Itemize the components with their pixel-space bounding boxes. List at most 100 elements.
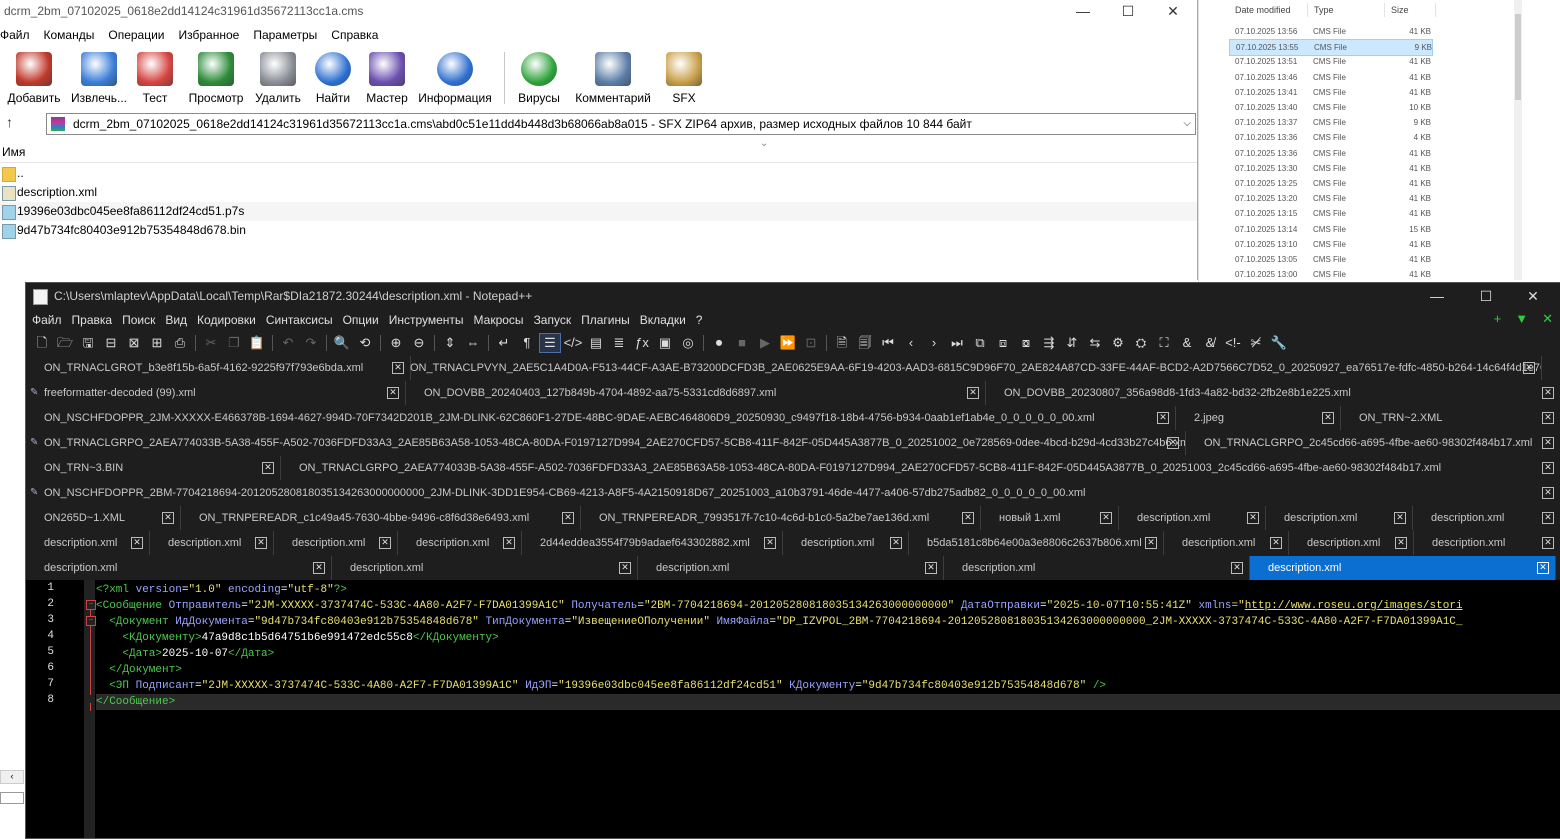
editor-tab[interactable]: ON_TRNACLGROT_b3e8f15b-6a5f-4162-9225f97… (26, 356, 411, 380)
tab-close-icon[interactable]: ✕ (1157, 412, 1169, 424)
explorer-file-row[interactable]: 07.10.2025 13:36 CMS File 4 KB (1229, 130, 1431, 145)
toolbar-button-3[interactable]: Просмотр (180, 48, 252, 108)
editor-tab[interactable]: ✎ ON_TRNACLGRPO_2AEA774033B-5A38-455F-A50… (26, 431, 1186, 455)
print-icon[interactable]: ⎙ (170, 334, 190, 352)
play-macro-icon[interactable]: ▶ (755, 334, 775, 352)
column-type[interactable]: Type (1308, 3, 1385, 17)
menu-item-4[interactable]: Параметры (253, 26, 331, 44)
explorer-file-row[interactable]: 07.10.2025 13:14 CMS File 15 KB (1229, 222, 1431, 237)
minimize-button[interactable]: — (1060, 0, 1106, 22)
tab-close-icon[interactable]: ✕ (1270, 537, 1282, 549)
column-size[interactable]: Size (1385, 3, 1436, 17)
plugin-doc2-icon[interactable]: 🗐 (855, 334, 875, 352)
editor-tab[interactable]: 2d44eddea3554f79b9adaef643302882.xml ✕ (522, 531, 783, 555)
next-icon[interactable]: › (924, 334, 944, 352)
tab-close-icon[interactable]: ✕ (379, 537, 391, 549)
zoom-in-icon[interactable]: ⊕ (386, 334, 406, 352)
npp-menu-item-11[interactable]: Вкладки (640, 311, 696, 329)
tab-close-icon[interactable]: ✕ (1247, 512, 1259, 524)
npp-maximize-button[interactable]: ☐ (1463, 285, 1509, 307)
editor-tab[interactable]: ON_TRNACLGRPO_2c45cd66-a695-4fbe-ae60-98… (1186, 431, 1560, 455)
editor-tab[interactable]: 2.jpeg ✕ (1176, 406, 1341, 430)
menu-item-3[interactable]: Избранное (179, 26, 254, 44)
menu-item-5[interactable]: Справка (331, 26, 392, 44)
file-list-item[interactable]: .. (0, 164, 1197, 183)
close-doc-icon[interactable]: ✕ (1542, 311, 1553, 327)
chevron-down-icon[interactable]: ⌵ (1183, 114, 1191, 134)
plugin-e-icon[interactable]: ⇵ (1062, 334, 1082, 352)
code-editor[interactable]: 1 2 3 4 5 6 7 8 − − <?xml version="1.0" encodin… (26, 580, 1560, 838)
tab-close-icon[interactable]: ✕ (1394, 512, 1406, 524)
editor-tab[interactable]: description.xml ✕ (398, 531, 522, 555)
toolbar-button-10[interactable]: SFX (659, 48, 709, 108)
file-list-item[interactable]: 9d47b734fc80403e912b75354848d678.bin (0, 221, 1197, 240)
editor-tab[interactable]: ON_TRNACLGRPO_2AEA774033B-5A38-455F-A502… (281, 456, 1560, 480)
function-list-icon[interactable]: ƒx (632, 334, 652, 352)
tab-close-icon[interactable]: ✕ (1231, 562, 1243, 574)
explorer-file-row[interactable]: 07.10.2025 13:40 CMS File 10 KB (1229, 100, 1431, 115)
paste-icon[interactable]: 📋 (247, 334, 267, 352)
explorer-file-row[interactable]: 07.10.2025 13:00 CMS File 41 KB (1229, 267, 1431, 282)
uncomment-icon[interactable]: ✂̸ (1246, 334, 1266, 352)
editor-tab[interactable]: ON_TRN~3.BIN ✕ (26, 456, 281, 480)
editor-tab[interactable]: description.xml ✕ (783, 531, 909, 555)
toolbar-button-0[interactable]: Добавить (0, 48, 68, 108)
close-button[interactable]: ✕ (1150, 0, 1196, 22)
editor-tab[interactable]: description.xml ✕ (1289, 531, 1414, 555)
editor-tab[interactable]: ON_TRNPEREADR_7993517f-7c10-4c6d-b1c0-5a… (581, 506, 981, 530)
tab-close-icon[interactable]: ✕ (1537, 562, 1549, 574)
tab-close-icon[interactable]: ✕ (1542, 412, 1554, 424)
tab-close-icon[interactable]: ✕ (1145, 537, 1157, 549)
toolbar-button-9[interactable]: Комментарий (567, 48, 659, 108)
tab-close-icon[interactable]: ✕ (1542, 437, 1554, 449)
new-tab-plus-icon[interactable]: + (1494, 311, 1502, 327)
column-name[interactable]: Имя (2, 142, 25, 162)
show-all-chars-icon[interactable]: ¶ (517, 334, 537, 352)
toolbar-button-4[interactable]: Удалить (252, 48, 304, 108)
cut-icon[interactable]: ✂ (201, 334, 221, 352)
tab-close-icon[interactable]: ✕ (1322, 412, 1334, 424)
editor-tab[interactable]: ON_NSCHFDOPPR_2JM-XXXXX-E466378B-1694-46… (26, 406, 1176, 430)
stop-macro-icon[interactable]: ■ (732, 334, 752, 352)
record-macro-icon[interactable]: ⏺ (709, 334, 729, 352)
file-list-item[interactable]: 19396e03dbc045ee8fa86112df24cd51.p7s (0, 202, 1197, 221)
npp-menu-item-1[interactable]: Правка (72, 311, 123, 329)
explorer-file-row[interactable]: 07.10.2025 13:30 CMS File 41 KB (1229, 161, 1431, 176)
tab-close-icon[interactable]: ✕ (925, 562, 937, 574)
explorer-file-row[interactable]: 07.10.2025 13:37 CMS File 9 KB (1229, 115, 1431, 130)
plugin-doc-icon[interactable]: 🗎 (832, 334, 852, 352)
explorer-file-row[interactable]: 07.10.2025 13:36 CMS File 41 KB (1229, 146, 1431, 161)
toolbar-button-1[interactable]: Извлечь... (68, 48, 130, 108)
word-wrap-icon[interactable]: ↵ (494, 334, 514, 352)
copy-icon[interactable]: ❐ (224, 334, 244, 352)
doc-list-icon[interactable]: ≣ (609, 334, 629, 352)
editor-tab[interactable]: ON_TRNACLPVYN_2AE5C1A4D0A-F513-44CF-A3AE… (392, 356, 1542, 380)
editor-tab[interactable]: ON_TRN~2.XML ✕ (1341, 406, 1560, 430)
npp-menu-item-7[interactable]: Инструменты (389, 311, 474, 329)
undo-icon[interactable]: ↶ (278, 334, 298, 352)
run-macro-multiple-icon[interactable]: ⏩ (778, 334, 798, 352)
toolbar-button-8[interactable]: Вирусы (511, 48, 567, 108)
explorer-file-row[interactable]: 07.10.2025 13:56 CMS File 41 KB (1229, 24, 1431, 39)
npp-menu-item-5[interactable]: Синтаксисы (266, 311, 343, 329)
tab-close-icon[interactable]: ✕ (131, 537, 143, 549)
npp-menu-item-12[interactable]: ? (696, 311, 713, 329)
editor-tab[interactable]: description.xml ✕ (1266, 506, 1413, 530)
tab-close-icon[interactable]: ✕ (1542, 387, 1554, 399)
ampersand-slash-icon[interactable]: &̸ (1200, 334, 1220, 352)
maximize-button[interactable]: ☐ (1105, 0, 1151, 22)
monitoring-icon[interactable]: ◎ (678, 334, 698, 352)
plugin-c-icon[interactable]: ⧇ (1016, 334, 1036, 352)
editor-tab[interactable]: новый 1.xml ✕ (981, 506, 1119, 530)
file-list-item[interactable]: description.xml (0, 183, 1197, 202)
toolbar-button-5[interactable]: Найти (304, 48, 362, 108)
editor-tab[interactable]: description.xml ✕ (332, 556, 638, 580)
editor-tab[interactable]: description.xml ✕ (26, 556, 332, 580)
redo-icon[interactable]: ↷ (301, 334, 321, 352)
tab-close-icon[interactable]: ✕ (1100, 512, 1112, 524)
editor-tab[interactable]: ON_DOVBB_20240403_127b849b-4704-4892-aa7… (406, 381, 986, 405)
npp-menu-item-9[interactable]: Запуск (534, 311, 582, 329)
explorer-file-row[interactable]: 07.10.2025 13:10 CMS File 41 KB (1229, 237, 1431, 252)
explorer-file-row[interactable]: 07.10.2025 13:20 CMS File 41 KB (1229, 191, 1431, 206)
editor-tab[interactable]: description.xml ✕ (1164, 531, 1289, 555)
